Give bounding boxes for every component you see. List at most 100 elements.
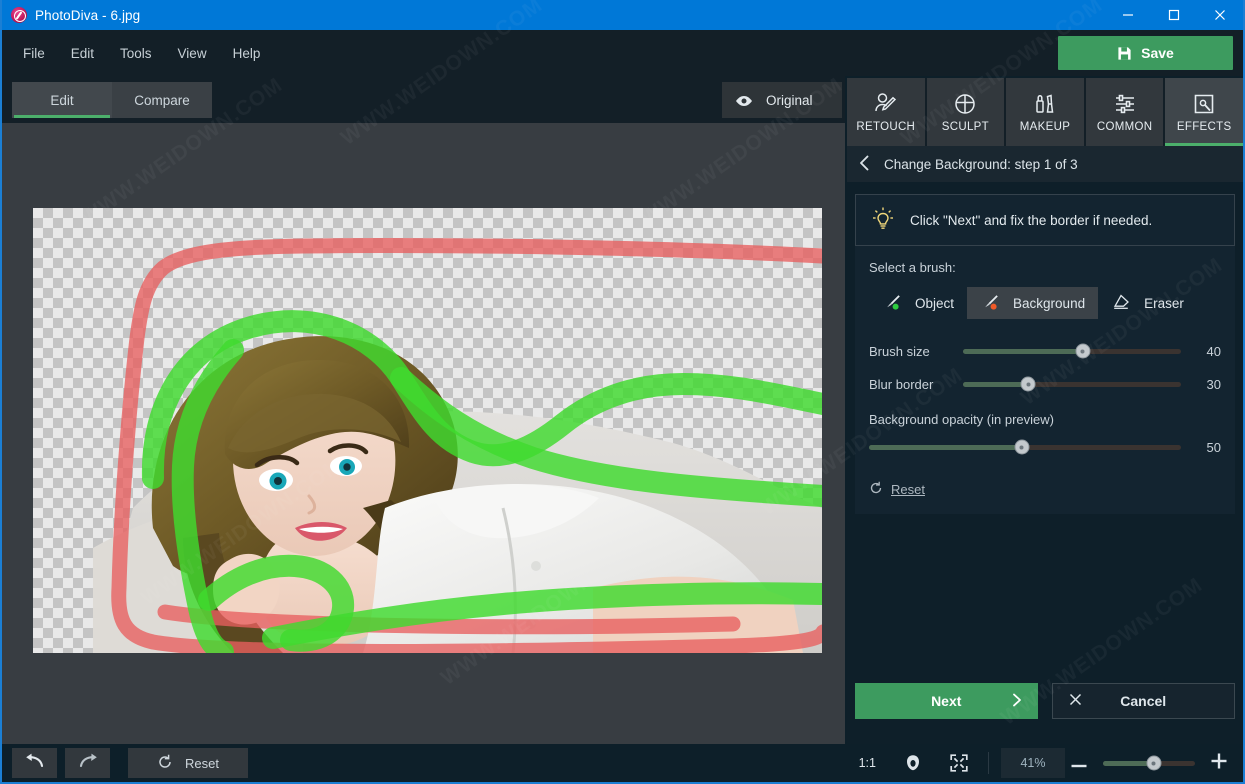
brush-settings: Select a brush: Object Background Eraser… [855, 246, 1235, 514]
slider-brush-size-label: Brush size [869, 343, 930, 359]
slider-bg-opacity-label: Background opacity (in preview) [869, 412, 1054, 427]
close-x-icon [1069, 693, 1082, 709]
lightbulb-icon [870, 206, 896, 235]
mode-retouch[interactable]: RETOUCH [847, 78, 927, 146]
mode-toolbar: RETOUCH SCULPT MAKEUP COMMON EFFECTS [847, 78, 1243, 146]
reset-arrow-icon [869, 481, 883, 498]
photodiva-logo-icon [11, 7, 27, 23]
tab-edit[interactable]: Edit [12, 82, 112, 118]
mode-makeup[interactable]: MAKEUP [1006, 78, 1086, 146]
brush-option-eraser[interactable]: Eraser [1098, 287, 1197, 319]
brush-eraser-label: Eraser [1144, 295, 1184, 311]
mode-common[interactable]: COMMON [1085, 78, 1166, 146]
hint-banner: Click "Next" and fix the border if neede… [855, 194, 1235, 246]
brush-option-object[interactable]: Object [869, 287, 967, 319]
mode-effects[interactable]: EFFECTS [1165, 78, 1243, 146]
actual-size-button[interactable]: 1:1 [845, 756, 890, 770]
undo-button[interactable] [12, 748, 57, 778]
tab-compare-label: Compare [134, 92, 190, 108]
save-button[interactable]: Save [1058, 36, 1233, 70]
mode-makeup-label: MAKEUP [1019, 120, 1071, 133]
slider-blur-border-track[interactable] [963, 376, 1181, 392]
panel-header: Change Background: step 1 of 3 [847, 146, 1243, 182]
tab-compare[interactable]: Compare [112, 82, 212, 118]
mode-effects-label: EFFECTS [1176, 120, 1232, 133]
brush-option-background[interactable]: Background [967, 287, 1099, 319]
next-label: Next [931, 693, 962, 709]
hint-text: Click "Next" and fix the border if neede… [910, 212, 1153, 228]
slider-bg-opacity[interactable]: 50 [869, 433, 1221, 461]
menu-item-file[interactable]: File [13, 41, 55, 66]
reset-button-label: Reset [185, 755, 219, 771]
menu-item-edit[interactable]: Edit [61, 41, 104, 66]
zoom-out-button[interactable] [1065, 753, 1093, 773]
next-button[interactable]: Next [855, 683, 1038, 719]
image-canvas[interactable] [2, 123, 845, 744]
face-zoom-icon[interactable] [890, 754, 936, 772]
effects-panel: Change Background: step 1 of 3 Click "Ne… [847, 146, 1243, 744]
brush-background-label: Background [1013, 295, 1086, 311]
brush-object-label: Object [915, 295, 955, 311]
photo-preview[interactable] [33, 208, 822, 653]
redo-button[interactable] [65, 748, 110, 778]
sliders-icon [1113, 92, 1137, 116]
maximize-icon[interactable] [1151, 0, 1197, 30]
window-controls [1105, 0, 1243, 30]
panel-title: Change Background: step 1 of 3 [884, 156, 1078, 172]
slider-bg-opacity-value: 50 [1206, 439, 1221, 455]
title-bar: PhotoDiva - 6.jpg [2, 0, 1243, 30]
undo-arrow-icon [25, 753, 45, 774]
zoom-level-value[interactable]: 41% [1001, 748, 1065, 778]
brush-background-icon [980, 292, 1000, 315]
original-toggle-label: Original [766, 92, 813, 108]
slider-bg-opacity-track[interactable] [869, 439, 1181, 455]
zoom-slider-track[interactable] [1103, 755, 1195, 771]
toolbar-divider [988, 752, 989, 774]
sculpt-circle-icon [953, 92, 977, 116]
reset-button[interactable]: Reset [128, 748, 248, 778]
slider-brush-size-track[interactable] [963, 343, 1181, 359]
view-tabs: Edit Compare [2, 76, 845, 123]
chevron-right-icon [1012, 693, 1022, 710]
makeup-lipstick-icon [1033, 92, 1057, 116]
panel-reset-label: Reset [891, 482, 925, 497]
slider-blur-border[interactable]: Blur border 30 [869, 370, 1221, 398]
mode-retouch-label: RETOUCH [856, 120, 916, 133]
bottom-toolbar: Reset 1:1 41% [2, 744, 1243, 782]
menu-bar: File Edit Tools View Help Save [2, 30, 1243, 76]
menu-item-help[interactable]: Help [223, 41, 271, 66]
mode-sculpt[interactable]: SCULPT [926, 78, 1007, 146]
save-label: Save [1141, 45, 1174, 61]
fit-to-screen-icon[interactable] [936, 754, 982, 772]
redo-arrow-icon [78, 753, 98, 774]
cancel-button[interactable]: Cancel [1051, 683, 1235, 719]
slider-brush-size[interactable]: Brush size 40 [869, 337, 1221, 365]
effects-wand-icon [1192, 92, 1216, 116]
retouch-face-icon [873, 92, 899, 116]
slider-blur-border-value: 30 [1206, 376, 1221, 392]
zoom-controls: 1:1 41% [845, 744, 1243, 782]
zoom-in-button[interactable] [1205, 753, 1233, 774]
menu-item-tools[interactable]: Tools [110, 41, 162, 66]
panel-reset-link[interactable]: Reset [869, 481, 1221, 498]
brush-section-label: Select a brush: [869, 260, 956, 275]
reset-arrow-icon [157, 754, 173, 773]
slider-brush-size-value: 40 [1206, 343, 1221, 359]
brush-selector: Object Background Eraser [869, 287, 1221, 319]
photodiva-window: PhotoDiva - 6.jpg File Edit Tools View H… [0, 0, 1245, 784]
panel-action-buttons: Next Cancel [847, 658, 1243, 744]
original-toggle-button[interactable]: Original [722, 82, 842, 118]
floppy-disk-icon [1117, 46, 1132, 61]
brush-object-icon [882, 292, 902, 315]
mode-sculpt-label: SCULPT [941, 120, 989, 133]
eye-icon [735, 95, 752, 106]
mode-common-label: COMMON [1096, 120, 1153, 133]
tab-edit-label: Edit [50, 92, 74, 108]
slider-blur-border-label: Blur border [869, 376, 934, 392]
close-icon[interactable] [1197, 0, 1243, 30]
brush-strokes-overlay [111, 237, 822, 653]
cancel-label: Cancel [1120, 693, 1167, 709]
menu-item-view[interactable]: View [168, 41, 217, 66]
minimize-icon[interactable] [1105, 0, 1151, 30]
back-chevron-icon[interactable] [859, 155, 870, 174]
